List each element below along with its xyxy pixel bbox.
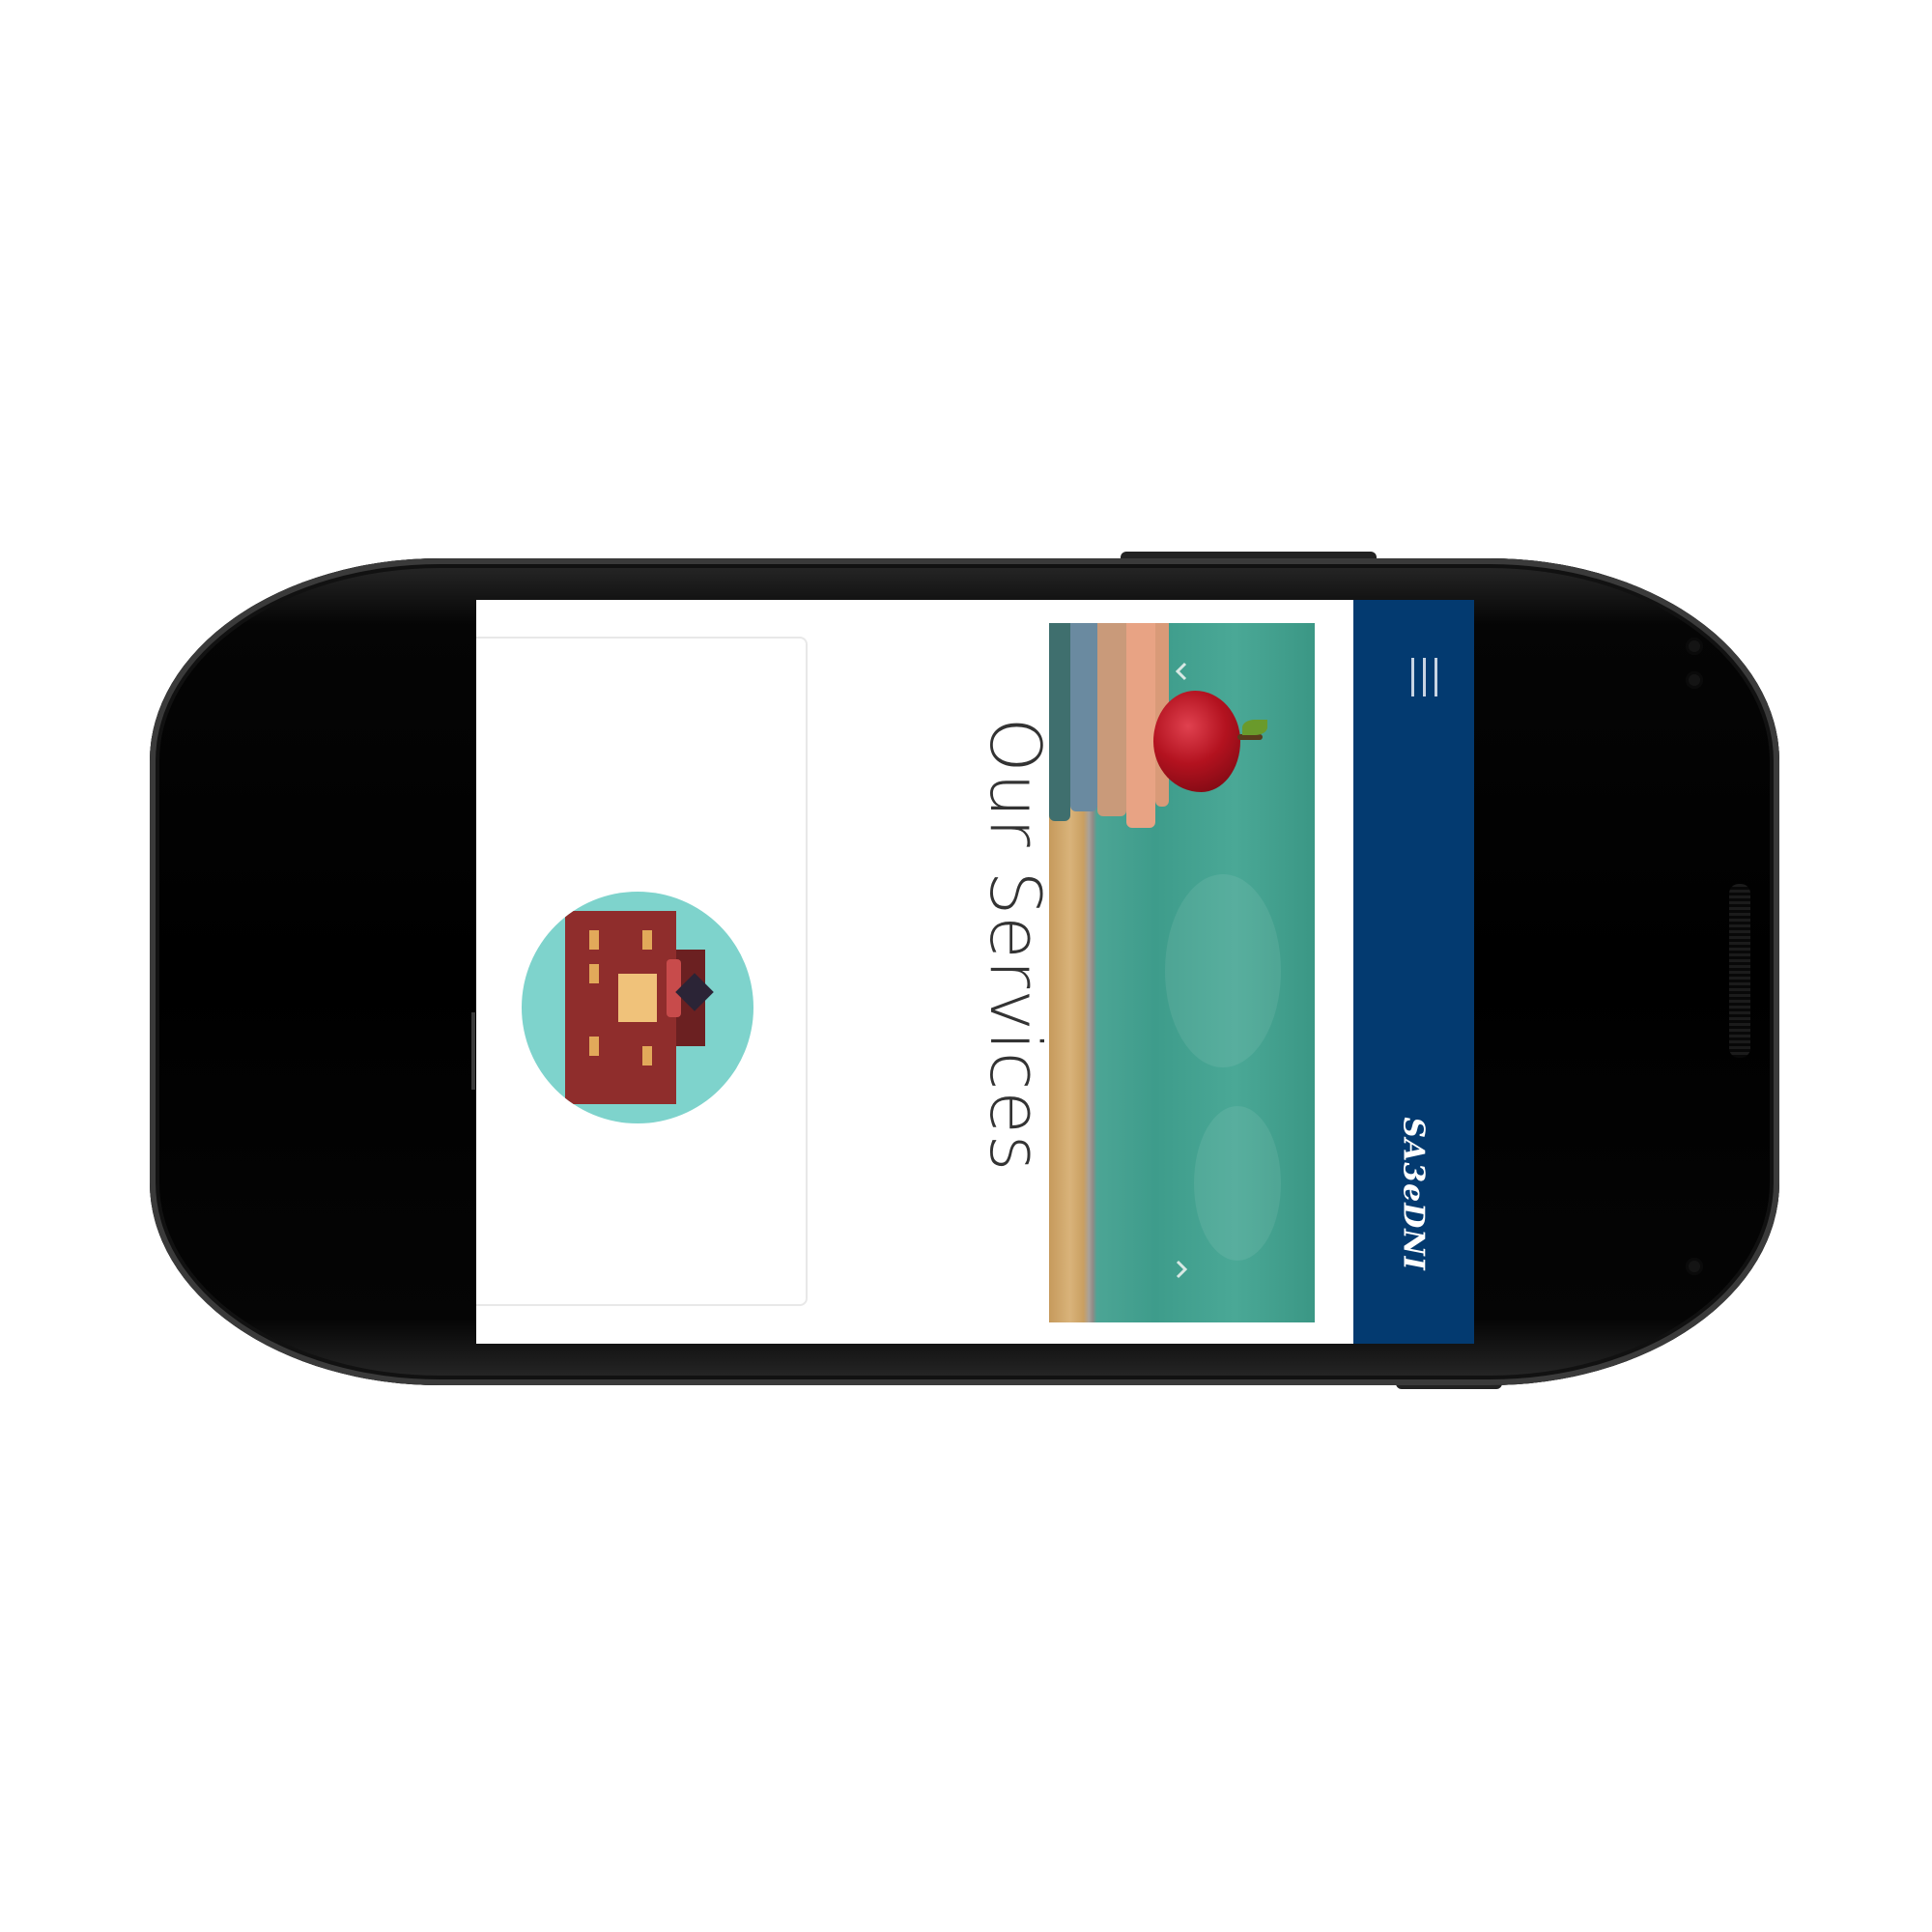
hero-carousel[interactable] (1049, 623, 1315, 1322)
books-image (1049, 623, 1170, 831)
side-slot (471, 1012, 475, 1090)
brand-logo[interactable]: SA3eDNI (1363, 1112, 1464, 1276)
brand-name: SA3eDNI (1396, 1117, 1431, 1271)
device-stage: SA3eDNI Our Services (0, 0, 1932, 1932)
service-card[interactable] (476, 637, 808, 1306)
phone-screen: SA3eDNI Our Services (476, 600, 1474, 1344)
school-building-icon (522, 892, 753, 1123)
notification-led-icon (1686, 1258, 1703, 1275)
navbar: SA3eDNI (1353, 600, 1474, 1344)
section-title: Our Services (972, 713, 1059, 1177)
carousel-prev-icon[interactable] (1170, 660, 1193, 683)
proximity-sensor-icon (1686, 671, 1703, 689)
apple-image (1153, 691, 1240, 792)
our-services-heading: Our Services (975, 717, 1056, 1173)
front-camera-icon (1686, 638, 1703, 655)
hamburger-icon[interactable] (1411, 658, 1440, 696)
speaker-grill (1729, 884, 1750, 1058)
carousel-next-icon[interactable] (1170, 1258, 1193, 1281)
